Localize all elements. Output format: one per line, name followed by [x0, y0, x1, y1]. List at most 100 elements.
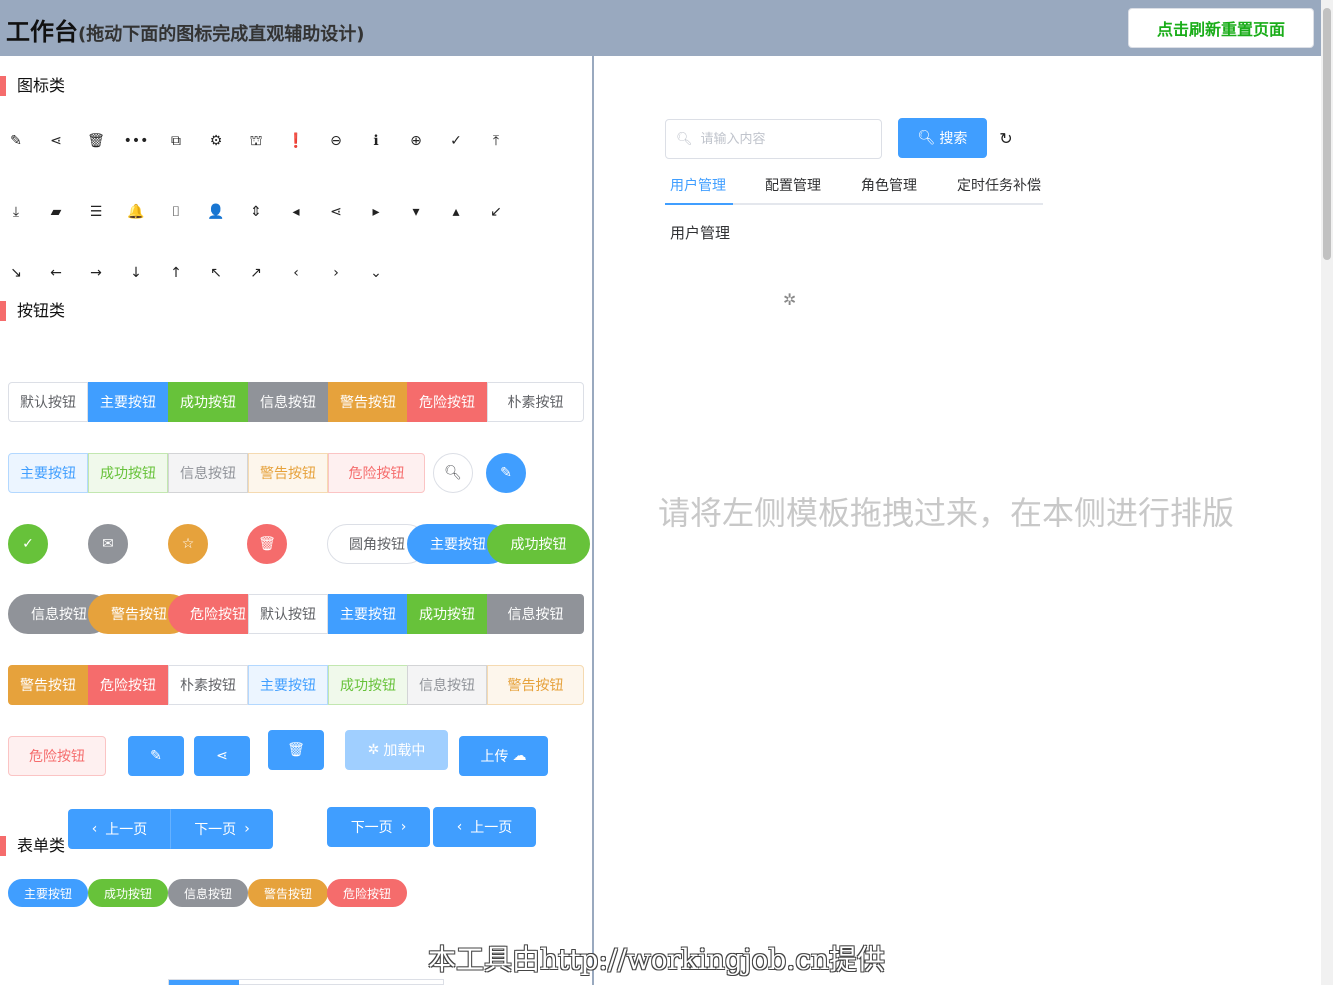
tab-config-management[interactable]: 配置管理: [765, 176, 821, 196]
bottom-right-arrow-icon[interactable]: ↘: [6, 263, 26, 283]
upload-button[interactable]: 上传 ☁: [459, 736, 548, 776]
share-solid-icon[interactable]: ⋖: [326, 202, 346, 222]
top-right-arrow-icon[interactable]: ↗: [246, 263, 266, 283]
edit-button[interactable]: ✎: [128, 736, 184, 776]
warning-plain-button[interactable]: 警告按钮: [487, 665, 584, 705]
warning-small-button[interactable]: 警告按钮: [248, 879, 328, 907]
title-main: 工作台: [6, 18, 78, 46]
bottom-arrow-icon[interactable]: ↓: [126, 263, 146, 283]
more-icon[interactable]: •••: [124, 131, 149, 151]
suitcase-icon[interactable]: ▰: [46, 202, 66, 222]
delete-circle-button[interactable]: 🗑: [247, 524, 287, 564]
info-button[interactable]: 信息按钮: [487, 594, 584, 634]
loading-button[interactable]: ✲ 加载中: [345, 730, 448, 770]
shopping-bag-icon[interactable]: ⛫: [246, 131, 266, 151]
arrow-right-icon[interactable]: ›: [326, 263, 346, 283]
upload-icon[interactable]: ⤒: [486, 131, 506, 151]
top-arrow-icon[interactable]: ↑: [166, 263, 186, 283]
scrollbar-thumb[interactable]: [1323, 8, 1331, 260]
sort-icon[interactable]: ⇕: [246, 202, 266, 222]
success-round-button[interactable]: 成功按钮: [487, 524, 590, 564]
tab-role-management[interactable]: 角色管理: [861, 176, 917, 196]
search-field[interactable]: 🔍︎: [665, 119, 882, 159]
search-icon: 🔍︎: [676, 131, 693, 147]
next-page-button[interactable]: 下一页 ›: [327, 807, 430, 847]
top-left-arrow-icon[interactable]: ↖: [206, 263, 226, 283]
message-circle-button[interactable]: ✉: [88, 524, 128, 564]
warning-plain-button[interactable]: 警告按钮: [248, 453, 328, 493]
search-input[interactable]: [698, 130, 869, 148]
primary-button[interactable]: 主要按钮: [328, 594, 408, 634]
primary-small-button[interactable]: 主要按钮: [8, 879, 88, 907]
refresh-button[interactable]: 点击刷新重置页面: [1128, 8, 1314, 48]
copy-icon[interactable]: ⧉: [166, 131, 186, 151]
menu-icon[interactable]: ☰: [86, 202, 106, 222]
star-circle-button[interactable]: ☆: [168, 524, 208, 564]
zoom-in-icon[interactable]: ⊕: [406, 131, 426, 151]
info-icon[interactable]: ℹ: [366, 131, 386, 151]
right-arrow-icon[interactable]: →: [86, 263, 106, 283]
info-plain-button[interactable]: 信息按钮: [168, 453, 248, 493]
danger-small-button[interactable]: 危险按钮: [327, 879, 407, 907]
circle-check-icon[interactable]: ✓: [446, 131, 466, 151]
caret-left-icon[interactable]: ◂: [286, 202, 306, 222]
success-button[interactable]: 成功按钮: [407, 594, 487, 634]
next-page-button[interactable]: 下一页 ›: [171, 809, 273, 849]
info-plain-button[interactable]: 信息按钮: [407, 665, 487, 705]
bell-icon[interactable]: 🔔: [126, 202, 146, 222]
danger-plain-button[interactable]: 危险按钮: [328, 453, 425, 493]
search-button[interactable]: 🔍︎ 搜索: [898, 118, 987, 158]
arrow-left-icon[interactable]: ‹: [286, 263, 306, 283]
info-small-button[interactable]: 信息按钮: [168, 879, 248, 907]
danger-plain-button[interactable]: 危险按钮: [8, 736, 106, 776]
danger-button[interactable]: 危险按钮: [407, 382, 487, 422]
page-title: 工作台(拖动下面的图标完成直观辅助设计): [6, 12, 364, 47]
success-small-button[interactable]: 成功按钮: [88, 879, 168, 907]
edit-circle-button[interactable]: ✎: [486, 453, 526, 493]
prev-page-button[interactable]: ‹ 上一页: [433, 807, 536, 847]
delete-button[interactable]: 🗑: [268, 730, 324, 770]
success-plain-button[interactable]: 成功按钮: [328, 665, 408, 705]
bottom-left-arrow-icon[interactable]: ↙: [486, 202, 506, 222]
bottom-tabs-strip[interactable]: [168, 979, 444, 985]
share-icon[interactable]: ⋖: [46, 131, 66, 151]
plain-button[interactable]: 朴素按钮: [487, 382, 584, 422]
user-icon[interactable]: 👤: [206, 202, 226, 222]
danger-button[interactable]: 危险按钮: [88, 665, 168, 705]
download-icon[interactable]: ⤓: [6, 202, 26, 222]
primary-button[interactable]: 主要按钮: [88, 382, 168, 422]
caret-top-icon[interactable]: ▴: [446, 202, 466, 222]
plain-button[interactable]: 朴素按钮: [168, 665, 248, 705]
caret-bottom-icon[interactable]: ▾: [406, 202, 426, 222]
info-button[interactable]: 信息按钮: [248, 382, 328, 422]
loading-icon: ✲: [367, 742, 380, 758]
tab-user-management[interactable]: 用户管理: [670, 176, 726, 196]
tab-scheduled-task[interactable]: 定时任务补偿: [957, 176, 1041, 196]
default-button[interactable]: 默认按钮: [248, 594, 328, 634]
setting-icon[interactable]: ⚙: [206, 131, 226, 151]
share-button[interactable]: ⋖: [194, 736, 250, 776]
success-button[interactable]: 成功按钮: [168, 382, 248, 422]
prev-page-label: 上一页: [470, 820, 513, 836]
primary-plain-button[interactable]: 主要按钮: [8, 453, 88, 493]
zoom-out-icon[interactable]: ⊖: [326, 131, 346, 151]
prev-page-button[interactable]: ‹ 上一页: [68, 809, 171, 849]
default-button[interactable]: 默认按钮: [8, 382, 88, 422]
delete-icon[interactable]: 🗑: [86, 131, 106, 151]
star-icon: ☆: [181, 536, 195, 552]
back-arrow-icon[interactable]: ←: [46, 263, 66, 283]
edit-icon[interactable]: ✎: [6, 131, 26, 151]
camera-icon[interactable]: ⌷: [166, 202, 186, 222]
scrollbar[interactable]: [1321, 0, 1333, 985]
warning-button[interactable]: 警告按钮: [8, 665, 88, 705]
arrow-down-icon[interactable]: ⌄: [366, 263, 386, 283]
warning-icon[interactable]: ❗: [286, 131, 306, 151]
search-circle-button[interactable]: 🔍︎: [433, 453, 473, 493]
refresh-icon[interactable]: ↻: [996, 129, 1016, 149]
warning-button[interactable]: 警告按钮: [328, 382, 408, 422]
check-circle-button[interactable]: ✓: [8, 524, 48, 564]
panel-divider[interactable]: [592, 56, 594, 985]
caret-right-icon[interactable]: ▸: [366, 202, 386, 222]
success-plain-button[interactable]: 成功按钮: [88, 453, 168, 493]
primary-plain-button[interactable]: 主要按钮: [248, 665, 328, 705]
